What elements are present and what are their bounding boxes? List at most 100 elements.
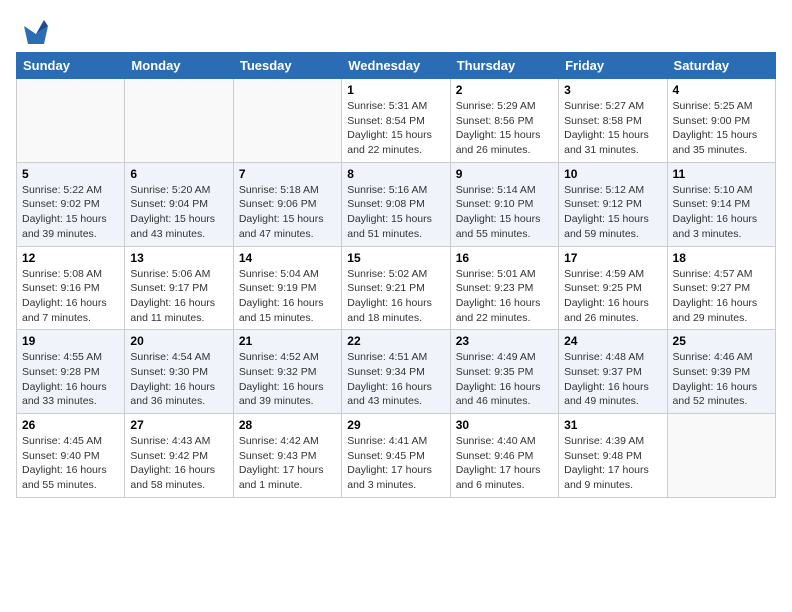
calendar-cell: 11 Sunrise: 5:10 AM Sunset: 9:14 PM Dayli… <box>667 162 775 246</box>
day-number: 23 <box>456 334 553 348</box>
day-number: 29 <box>347 418 444 432</box>
calendar-cell <box>125 79 233 163</box>
day-info: Sunrise: 4:59 AM Sunset: 9:25 PM Dayligh… <box>564 267 661 326</box>
calendar-cell: 21 Sunrise: 4:52 AM Sunset: 9:32 PM Dayli… <box>233 330 341 414</box>
day-number: 4 <box>673 83 770 97</box>
day-number: 13 <box>130 251 227 265</box>
calendar-cell: 2 Sunrise: 5:29 AM Sunset: 8:56 PM Daylig… <box>450 79 558 163</box>
day-number: 8 <box>347 167 444 181</box>
calendar-cell: 20 Sunrise: 4:54 AM Sunset: 9:30 PM Dayli… <box>125 330 233 414</box>
calendar-cell: 28 Sunrise: 4:42 AM Sunset: 9:43 PM Dayli… <box>233 414 341 498</box>
calendar-header-row: SundayMondayTuesdayWednesdayThursdayFrid… <box>17 53 776 79</box>
calendar-cell: 7 Sunrise: 5:18 AM Sunset: 9:06 PM Daylig… <box>233 162 341 246</box>
calendar-cell: 9 Sunrise: 5:14 AM Sunset: 9:10 PM Daylig… <box>450 162 558 246</box>
page-header <box>16 16 776 48</box>
calendar-cell: 16 Sunrise: 5:01 AM Sunset: 9:23 PM Dayli… <box>450 246 558 330</box>
day-number: 14 <box>239 251 336 265</box>
day-number: 25 <box>673 334 770 348</box>
day-info: Sunrise: 4:42 AM Sunset: 9:43 PM Dayligh… <box>239 434 336 493</box>
day-info: Sunrise: 4:57 AM Sunset: 9:27 PM Dayligh… <box>673 267 770 326</box>
day-info: Sunrise: 5:18 AM Sunset: 9:06 PM Dayligh… <box>239 183 336 242</box>
calendar-header-saturday: Saturday <box>667 53 775 79</box>
day-info: Sunrise: 5:14 AM Sunset: 9:10 PM Dayligh… <box>456 183 553 242</box>
day-number: 11 <box>673 167 770 181</box>
day-info: Sunrise: 4:51 AM Sunset: 9:34 PM Dayligh… <box>347 350 444 409</box>
calendar-cell: 26Sunrise: 4:45 AM Sunset: 9:40 PM Dayli… <box>17 414 125 498</box>
day-number: 3 <box>564 83 661 97</box>
calendar-cell <box>233 79 341 163</box>
calendar-cell: 29Sunrise: 4:41 AM Sunset: 9:45 PM Dayli… <box>342 414 450 498</box>
calendar-cell: 12 Sunrise: 5:08 AM Sunset: 9:16 PM Dayli… <box>17 246 125 330</box>
calendar-cell <box>17 79 125 163</box>
calendar-header-sunday: Sunday <box>17 53 125 79</box>
calendar-cell: 13Sunrise: 5:06 AM Sunset: 9:17 PM Dayli… <box>125 246 233 330</box>
day-info: Sunrise: 4:43 AM Sunset: 9:42 PM Dayligh… <box>130 434 227 493</box>
day-number: 1 <box>347 83 444 97</box>
day-number: 10 <box>564 167 661 181</box>
day-number: 28 <box>239 418 336 432</box>
calendar-week-row: 1 Sunrise: 5:31 AM Sunset: 8:54 PM Daylig… <box>17 79 776 163</box>
calendar-week-row: 12 Sunrise: 5:08 AM Sunset: 9:16 PM Dayli… <box>17 246 776 330</box>
day-info: Sunrise: 5:16 AM Sunset: 9:08 PM Dayligh… <box>347 183 444 242</box>
calendar-cell: 23 Sunrise: 4:49 AM Sunset: 9:35 PM Dayli… <box>450 330 558 414</box>
day-number: 6 <box>130 167 227 181</box>
calendar-cell: 6 Sunrise: 5:20 AM Sunset: 9:04 PM Daylig… <box>125 162 233 246</box>
day-info: Sunrise: 5:12 AM Sunset: 9:12 PM Dayligh… <box>564 183 661 242</box>
calendar-cell: 5Sunrise: 5:22 AM Sunset: 9:02 PM Daylig… <box>17 162 125 246</box>
day-info: Sunrise: 5:10 AM Sunset: 9:14 PM Dayligh… <box>673 183 770 242</box>
calendar-cell: 1 Sunrise: 5:31 AM Sunset: 8:54 PM Daylig… <box>342 79 450 163</box>
day-number: 31 <box>564 418 661 432</box>
calendar-cell: 19 Sunrise: 4:55 AM Sunset: 9:28 PM Dayli… <box>17 330 125 414</box>
calendar-cell: 25Sunrise: 4:46 AM Sunset: 9:39 PM Dayli… <box>667 330 775 414</box>
calendar-cell: 24Sunrise: 4:48 AM Sunset: 9:37 PM Dayli… <box>559 330 667 414</box>
calendar-cell: 22 Sunrise: 4:51 AM Sunset: 9:34 PM Dayli… <box>342 330 450 414</box>
calendar-cell: 18 Sunrise: 4:57 AM Sunset: 9:27 PM Dayli… <box>667 246 775 330</box>
day-number: 30 <box>456 418 553 432</box>
day-number: 21 <box>239 334 336 348</box>
day-info: Sunrise: 5:29 AM Sunset: 8:56 PM Dayligh… <box>456 99 553 158</box>
day-number: 19 <box>22 334 119 348</box>
calendar-header-tuesday: Tuesday <box>233 53 341 79</box>
calendar-week-row: 5Sunrise: 5:22 AM Sunset: 9:02 PM Daylig… <box>17 162 776 246</box>
calendar-header-monday: Monday <box>125 53 233 79</box>
calendar-cell: 30Sunrise: 4:40 AM Sunset: 9:46 PM Dayli… <box>450 414 558 498</box>
calendar-table: SundayMondayTuesdayWednesdayThursdayFrid… <box>16 52 776 498</box>
day-number: 12 <box>22 251 119 265</box>
day-number: 15 <box>347 251 444 265</box>
day-info: Sunrise: 4:49 AM Sunset: 9:35 PM Dayligh… <box>456 350 553 409</box>
day-number: 27 <box>130 418 227 432</box>
day-number: 20 <box>130 334 227 348</box>
day-info: Sunrise: 5:02 AM Sunset: 9:21 PM Dayligh… <box>347 267 444 326</box>
day-number: 18 <box>673 251 770 265</box>
day-info: Sunrise: 5:20 AM Sunset: 9:04 PM Dayligh… <box>130 183 227 242</box>
day-info: Sunrise: 4:52 AM Sunset: 9:32 PM Dayligh… <box>239 350 336 409</box>
day-number: 22 <box>347 334 444 348</box>
calendar-week-row: 26Sunrise: 4:45 AM Sunset: 9:40 PM Dayli… <box>17 414 776 498</box>
calendar-cell: 14 Sunrise: 5:04 AM Sunset: 9:19 PM Dayli… <box>233 246 341 330</box>
calendar-cell: 31Sunrise: 4:39 AM Sunset: 9:48 PM Dayli… <box>559 414 667 498</box>
day-number: 26 <box>22 418 119 432</box>
day-info: Sunrise: 4:55 AM Sunset: 9:28 PM Dayligh… <box>22 350 119 409</box>
day-number: 16 <box>456 251 553 265</box>
day-number: 2 <box>456 83 553 97</box>
day-number: 9 <box>456 167 553 181</box>
day-info: Sunrise: 5:01 AM Sunset: 9:23 PM Dayligh… <box>456 267 553 326</box>
calendar-header-friday: Friday <box>559 53 667 79</box>
day-info: Sunrise: 4:48 AM Sunset: 9:37 PM Dayligh… <box>564 350 661 409</box>
logo <box>16 16 52 48</box>
day-info: Sunrise: 5:31 AM Sunset: 8:54 PM Dayligh… <box>347 99 444 158</box>
calendar-cell: 27 Sunrise: 4:43 AM Sunset: 9:42 PM Dayli… <box>125 414 233 498</box>
day-number: 7 <box>239 167 336 181</box>
day-info: Sunrise: 5:27 AM Sunset: 8:58 PM Dayligh… <box>564 99 661 158</box>
day-info: Sunrise: 5:25 AM Sunset: 9:00 PM Dayligh… <box>673 99 770 158</box>
calendar-header-thursday: Thursday <box>450 53 558 79</box>
calendar-header-wednesday: Wednesday <box>342 53 450 79</box>
calendar-cell: 17 Sunrise: 4:59 AM Sunset: 9:25 PM Dayli… <box>559 246 667 330</box>
calendar-cell <box>667 414 775 498</box>
calendar-week-row: 19 Sunrise: 4:55 AM Sunset: 9:28 PM Dayli… <box>17 330 776 414</box>
day-number: 17 <box>564 251 661 265</box>
day-info: Sunrise: 4:54 AM Sunset: 9:30 PM Dayligh… <box>130 350 227 409</box>
day-info: Sunrise: 5:04 AM Sunset: 9:19 PM Dayligh… <box>239 267 336 326</box>
logo-icon <box>20 16 52 48</box>
day-info: Sunrise: 5:08 AM Sunset: 9:16 PM Dayligh… <box>22 267 119 326</box>
